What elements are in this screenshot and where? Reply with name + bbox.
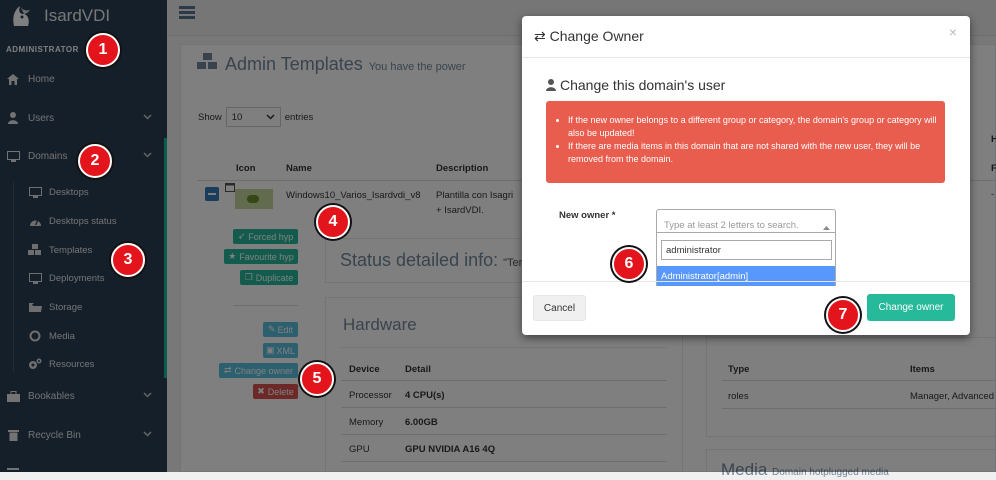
close-icon[interactable]: ×	[949, 24, 957, 40]
user-icon	[546, 79, 556, 91]
owner-option[interactable]: Administrator[admin]	[657, 266, 835, 286]
callout-badge: 2	[78, 144, 112, 178]
owner-dropdown: Administrator[admin]	[656, 232, 836, 286]
select-placeholder: Type at least 2 letters to search.	[664, 220, 799, 231]
section-title: Change this domain's user	[546, 77, 725, 93]
alert-list: If the new owner belongs to a different …	[568, 114, 938, 166]
callout-badge: 4	[316, 205, 350, 239]
alert-item: If there are media items in this domain …	[568, 140, 938, 166]
change-owner-submit-button[interactable]: Change owner	[867, 294, 955, 321]
callout-badge: 3	[111, 243, 145, 277]
warning-alert: If the new owner belongs to a different …	[546, 101, 945, 183]
modal-header: ⇄ Change Owner ×	[522, 16, 970, 58]
callout-badge: 7	[826, 298, 860, 332]
callout-badge: 5	[300, 362, 334, 396]
alert-item: If the new owner belongs to a different …	[568, 114, 938, 140]
cancel-button[interactable]: Cancel	[533, 295, 586, 321]
callout-badge: 6	[612, 247, 646, 281]
owner-search-input[interactable]	[661, 240, 832, 260]
new-owner-label: New owner *	[559, 210, 616, 221]
change-owner-modal: ⇄ Change Owner × Change this domain's us…	[522, 16, 970, 335]
exchange-icon: ⇄	[534, 28, 546, 44]
modal-footer-divider	[522, 281, 970, 282]
modal-title: ⇄ Change Owner	[534, 28, 644, 44]
callout-badge: 1	[86, 33, 120, 67]
